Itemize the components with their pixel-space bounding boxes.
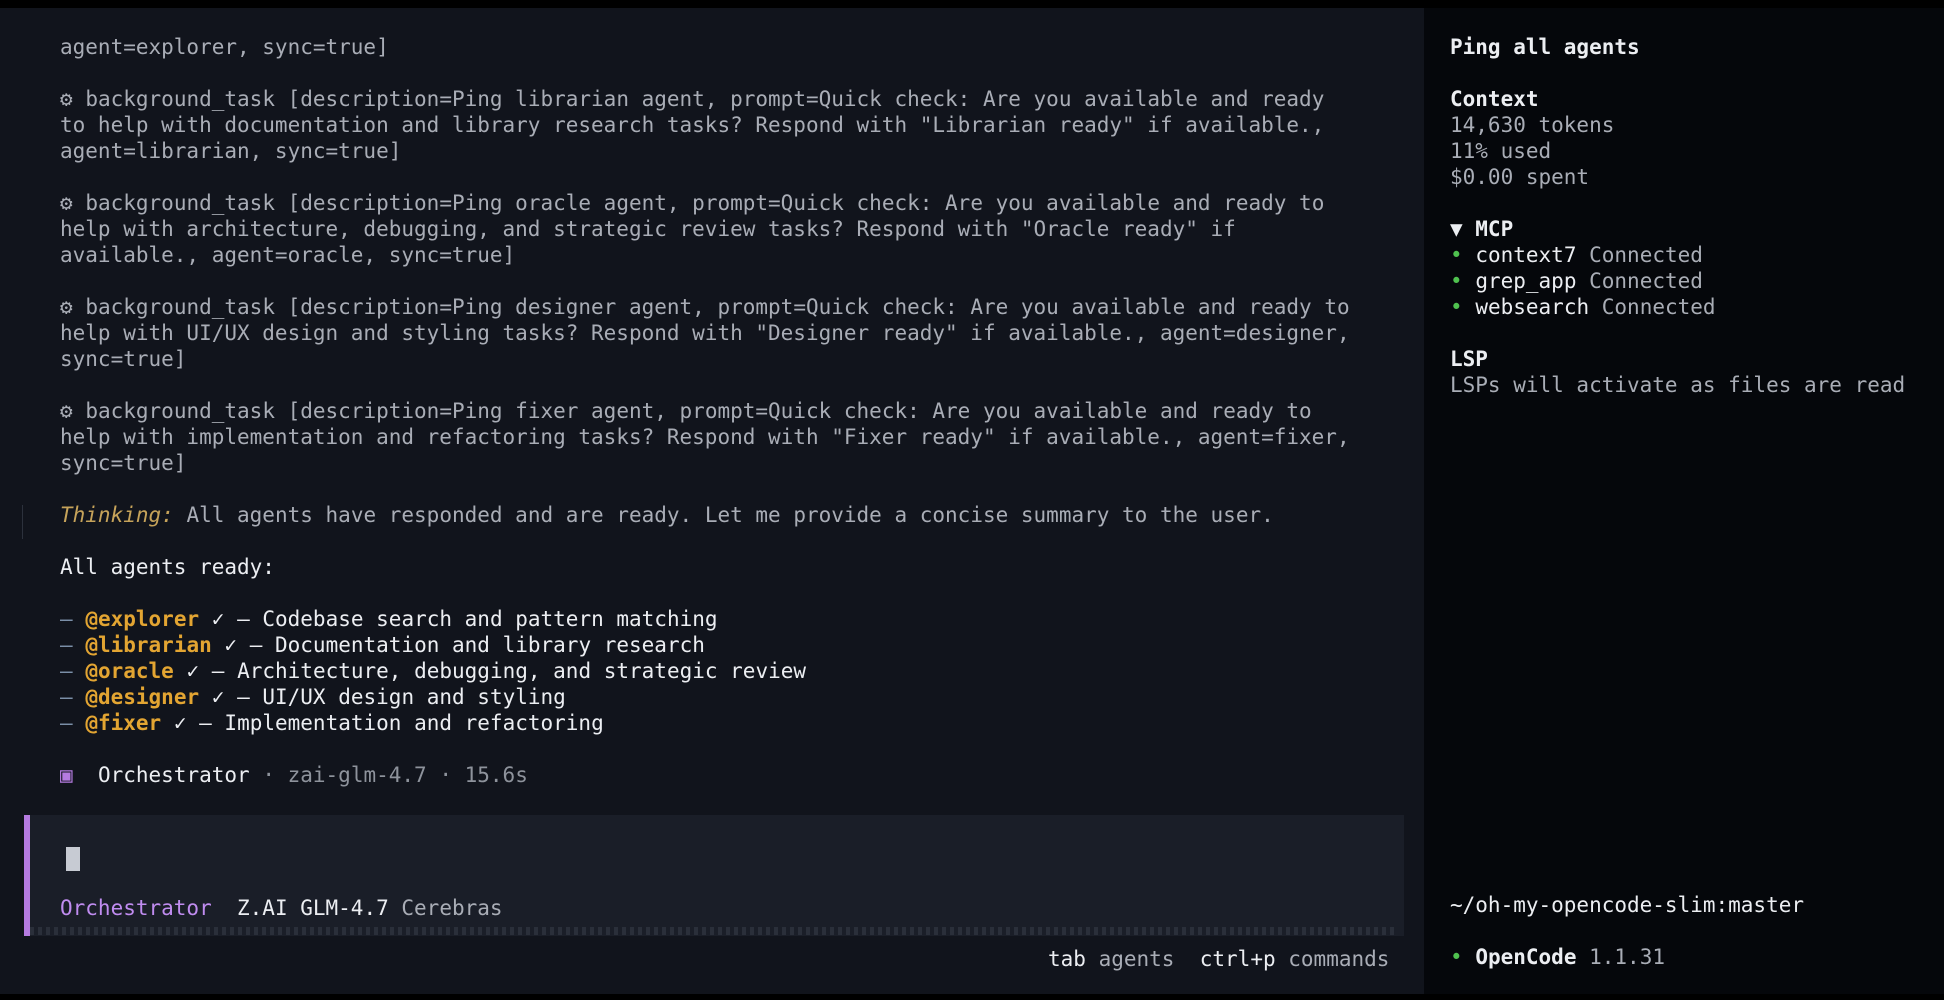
- tool-call-line: ⚙ background_task [description=Ping libr…: [60, 86, 1324, 112]
- context-spent: $0.00 spent: [1450, 165, 1590, 189]
- tool-call-line: help with UI/UX design and styling tasks…: [60, 321, 1350, 345]
- transcript-pane[interactable]: agent=explorer, sync=true] ⚙ background_…: [0, 8, 1424, 994]
- tool-call-text: background_task [description=Ping design…: [85, 295, 1350, 319]
- agent-mention: @oracle: [85, 659, 174, 683]
- hint-key-tab: tab: [1048, 947, 1086, 971]
- tool-call-line: ⚙ background_task [description=Ping orac…: [60, 190, 1324, 216]
- context-title: Context: [1450, 87, 1539, 111]
- gear-icon: ⚙: [60, 87, 73, 111]
- context-tokens: 14,630 tokens: [1450, 113, 1615, 137]
- agent-desc: – Codebase search and pattern matching: [237, 607, 718, 631]
- input-dotted-border: [30, 927, 1398, 935]
- mcp-server-status: Connected: [1589, 269, 1703, 293]
- tool-call-line: to help with documentation and library r…: [60, 113, 1325, 137]
- agent-mention: @explorer: [85, 607, 200, 631]
- mcp-server-item: • context7 Connected: [1450, 242, 1703, 268]
- text-cursor: [66, 847, 80, 871]
- top-border: [0, 0, 1944, 8]
- hint-agents: agents: [1098, 947, 1175, 971]
- dash: –: [60, 633, 73, 657]
- agent-desc: – Documentation and library research: [249, 633, 705, 657]
- status-dot-icon: •: [1450, 243, 1463, 267]
- tool-call-text: background_task [description=Ping fixer …: [85, 399, 1312, 423]
- agent-square-icon: ▣: [60, 763, 73, 787]
- thinking-rule: [22, 505, 23, 539]
- app-version-number: 1.1.31: [1589, 945, 1665, 969]
- app-name: OpenCode: [1475, 945, 1577, 969]
- dash: –: [60, 711, 73, 735]
- tool-call-line: sync=true]: [60, 451, 187, 475]
- input-agent-name[interactable]: Orchestrator: [60, 896, 212, 920]
- tool-call-line: help with architecture, debugging, and s…: [60, 217, 1236, 241]
- check-icon: ✓: [186, 659, 200, 683]
- agent-desc: – Implementation and refactoring: [199, 711, 604, 735]
- gear-icon: ⚙: [60, 191, 73, 215]
- dash: –: [60, 685, 73, 709]
- message-footer: ▣ Orchestrator · zai-glm-4.7 · 15.6s: [60, 762, 528, 788]
- mcp-server-name: context7: [1475, 243, 1577, 267]
- mcp-toggle[interactable]: ▼ MCP: [1450, 216, 1513, 242]
- lsp-text: LSPs will activate as files are read: [1450, 373, 1906, 397]
- context-used: 11% used: [1450, 139, 1552, 163]
- bottom-border: [0, 994, 1944, 1000]
- hint-commands: commands: [1288, 947, 1390, 971]
- tool-call-line: ⚙ background_task [description=Ping desi…: [60, 294, 1350, 320]
- dash: –: [60, 607, 73, 631]
- check-icon: ✓: [173, 711, 187, 735]
- gear-icon: ⚙: [60, 399, 73, 423]
- agent-list-item: – @oracle ✓ – Architecture, debugging, a…: [60, 658, 806, 684]
- agent-list-item: – @designer ✓ – UI/UX design and styling: [60, 684, 566, 710]
- agent-list-item: – @explorer ✓ – Codebase search and patt…: [60, 606, 718, 632]
- input-model-name[interactable]: Z.AI GLM-4.7: [237, 896, 389, 920]
- agent-desc: – Architecture, debugging, and strategic…: [211, 659, 807, 683]
- tool-call-line: help with implementation and refactoring…: [60, 425, 1350, 449]
- thinking-label: Thinking:: [60, 503, 174, 527]
- tool-call-line: agent=librarian, sync=true]: [60, 139, 402, 163]
- agent-mention: @librarian: [85, 633, 212, 657]
- lsp-title: LSP: [1450, 347, 1488, 371]
- agent-mention: @designer: [85, 685, 200, 709]
- tool-call-line: ⚙ background_task [description=Ping fixe…: [60, 398, 1312, 424]
- input-provider: Cerebras: [401, 896, 503, 920]
- tool-call-text: background_task [description=Ping oracle…: [85, 191, 1325, 215]
- session-title: Ping all agents: [1450, 35, 1640, 59]
- summary-heading: All agents ready:: [60, 555, 275, 579]
- thinking-text: All agents have responded and are ready.…: [186, 503, 1274, 527]
- check-icon: ✓: [224, 633, 238, 657]
- agent-desc: – UI/UX design and styling: [237, 685, 566, 709]
- app-version: • OpenCode 1.1.31: [1450, 944, 1665, 970]
- mcp-server-item: • websearch Connected: [1450, 294, 1716, 320]
- mcp-server-item: • grep_app Connected: [1450, 268, 1703, 294]
- mcp-server-name: grep_app: [1475, 269, 1577, 293]
- thinking-block: Thinking: All agents have responded and …: [60, 502, 1274, 528]
- input-status-line: Orchestrator Z.AI GLM-4.7 Cerebras: [60, 895, 503, 921]
- hint-key-ctrl-p: ctrl+p: [1199, 947, 1276, 971]
- agent-list-item: – @librarian ✓ – Documentation and libra…: [60, 632, 705, 658]
- status-dot-icon: •: [1450, 269, 1463, 293]
- status-dot-icon: •: [1450, 945, 1463, 969]
- keyboard-hints: tab agents ctrl+p commands: [1048, 946, 1389, 972]
- tool-call-line: sync=true]: [60, 347, 187, 371]
- tool-call-line: agent=explorer, sync=true]: [60, 35, 389, 59]
- mcp-server-name: websearch: [1475, 295, 1590, 319]
- mcp-server-status: Connected: [1589, 243, 1703, 267]
- footer-meta: · zai-glm-4.7 · 15.6s: [262, 763, 528, 787]
- agent-mention: @fixer: [85, 711, 162, 735]
- footer-agent: Orchestrator: [97, 763, 250, 787]
- status-dot-icon: •: [1450, 295, 1463, 319]
- agent-list-item: – @fixer ✓ – Implementation and refactor…: [60, 710, 604, 736]
- tool-call-line: available., agent=oracle, sync=true]: [60, 243, 516, 267]
- gear-icon: ⚙: [60, 295, 73, 319]
- prompt-input[interactable]: Orchestrator Z.AI GLM-4.7 Cerebras: [24, 815, 1404, 936]
- cwd-path: ~/oh-my-opencode-slim:master: [1450, 893, 1805, 917]
- tool-call-text: background_task [description=Ping librar…: [85, 87, 1325, 111]
- sidebar: Ping all agents Context 14,630 tokens 11…: [1424, 8, 1944, 994]
- mcp-server-status: Connected: [1601, 295, 1716, 319]
- check-icon: ✓: [211, 607, 225, 631]
- check-icon: ✓: [211, 685, 225, 709]
- dash: –: [60, 659, 73, 683]
